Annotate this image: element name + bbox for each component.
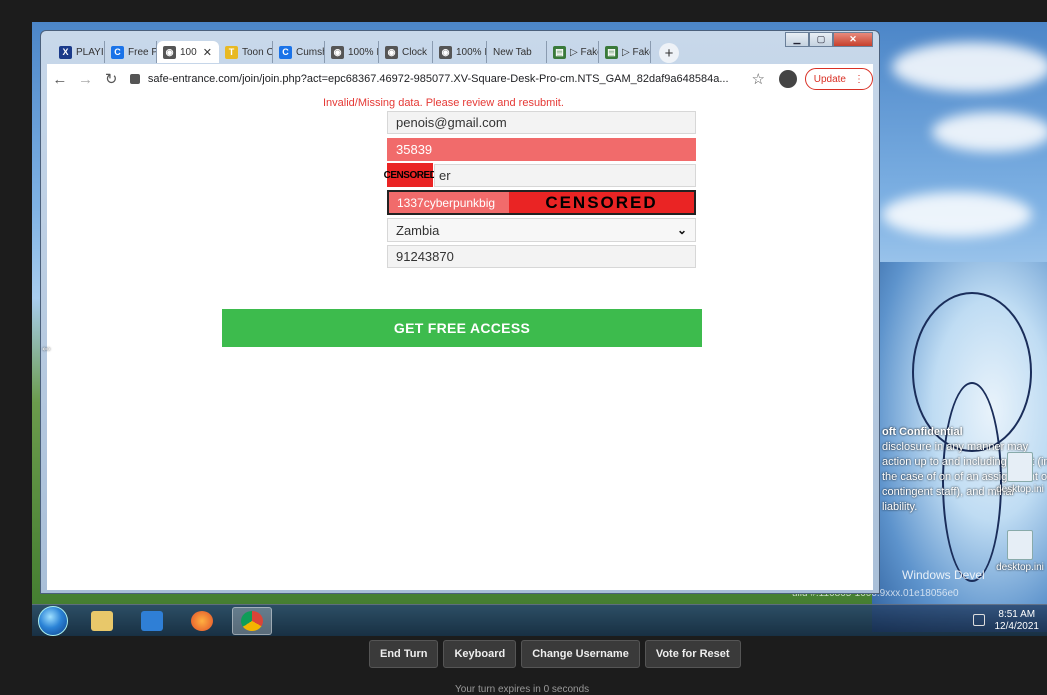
forward-icon[interactable]: → (73, 71, 99, 88)
tab-2[interactable]: ◉ 100 ✕ (157, 41, 219, 63)
back-icon[interactable]: ← (47, 71, 73, 88)
desktop-icon-label: desktop.ini (996, 562, 1044, 573)
tab-label: ▷ Fake (622, 46, 650, 58)
clock-time: 8:51 AM (998, 609, 1036, 620)
tab-9[interactable]: ▤ ▷ Fake (547, 41, 599, 63)
tab-label: New Tab (493, 46, 532, 58)
phone-field[interactable]: 91243870 (387, 245, 696, 268)
turn-status: Your turn expires in 0 seconds (455, 684, 590, 695)
close-window-button[interactable]: ✕ (833, 32, 873, 47)
tab-label: 100% I (456, 46, 487, 58)
censor-overlay: CENSORED (384, 163, 437, 187)
desktop-icon-ini-2[interactable]: desktop.ini (995, 530, 1045, 573)
tab-5[interactable]: ◉ 100% I (325, 41, 379, 63)
tab-10[interactable]: ▤ ▷ Fake (599, 41, 651, 63)
desktop-icon-label: desktop.ini (996, 484, 1044, 495)
tab-0[interactable]: X PLAYII (53, 41, 105, 63)
get-free-access-button[interactable]: GET FREE ACCESS (222, 309, 702, 347)
update-button[interactable]: Update ⋮ (804, 68, 873, 90)
email-field[interactable]: penois@gmail.com (387, 111, 696, 134)
minimize-button[interactable]: ▁ (785, 32, 809, 47)
stream-viewer: oft Confidential disclosure in any manne… (0, 0, 1047, 695)
name-field[interactable]: er (434, 164, 696, 187)
tab-4[interactable]: C Cumsh (273, 41, 325, 63)
chevron-down-icon: ⌄ (676, 223, 687, 237)
kebab-menu-icon: ⋮ (853, 73, 864, 85)
window-controls: ▁ ▢ ✕ (785, 32, 873, 47)
password-text: 1337cyberpunkbig (397, 195, 496, 210)
taskbar: 8:51 AM 12/4/2021 (32, 604, 1047, 636)
folder-icon (91, 611, 113, 631)
taskbar-chrome[interactable] (232, 607, 272, 635)
new-tab-button[interactable]: + (659, 43, 679, 63)
globe-icon: ◉ (331, 45, 344, 59)
media-player-icon (141, 611, 163, 631)
chrome-icon (241, 611, 263, 631)
tab-label: 100% I (348, 46, 379, 58)
c-icon: C (111, 45, 124, 59)
x-icon: X (59, 45, 72, 59)
tab-label: ▷ Fake (570, 46, 598, 58)
confidential-title: oft Confidential (882, 426, 963, 438)
tab-label: Clock (402, 46, 428, 58)
country-value: Zambia (396, 222, 440, 238)
tab-label: Toon C (242, 46, 273, 58)
tab-label: PLAYII (76, 46, 105, 58)
tab-label: Cumsh (296, 46, 325, 58)
reload-icon[interactable]: ↻ (98, 70, 124, 88)
password-field[interactable]: 1337cyberpunkbig CENSORED (387, 190, 696, 215)
film-icon: ▤ (605, 45, 618, 59)
bookmark-star-icon[interactable]: ☆ (752, 70, 765, 88)
tab-label: 100 (180, 46, 197, 58)
url-text: safe-entrance.com/join/join.php?act=epc6… (147, 73, 729, 85)
stream-controls: End Turn Keyboard Change Username Vote f… (369, 640, 741, 668)
address-bar[interactable]: safe-entrance.com/join/join.php?act=epc6… (129, 67, 742, 91)
taskbar-firefox[interactable] (182, 607, 222, 635)
tab-3[interactable]: T Toon C (219, 41, 273, 63)
file-icon (1007, 530, 1033, 560)
tab-8[interactable]: New Tab (487, 41, 547, 63)
notification-icon[interactable] (973, 614, 985, 626)
windows-watermark: Windows Devel (902, 568, 985, 582)
tab-6[interactable]: ◉ Clock (379, 41, 433, 63)
country-select[interactable]: Zambia ⌄ (387, 218, 696, 242)
update-label: Update (813, 73, 846, 85)
browser-toolbar: ← → ↻ safe-entrance.com/join/join.php?ac… (47, 64, 873, 94)
tab-1[interactable]: C Free P (105, 41, 157, 63)
file-icon (1007, 452, 1033, 482)
globe-icon: ◉ (163, 45, 176, 59)
chrome-window: ▁ ▢ ✕ X PLAYII C Free P ◉ 100 ✕ T Toon C C Cumsh ◉ 1… (40, 30, 880, 594)
firefox-icon (191, 611, 213, 631)
change-username-button[interactable]: Change Username (521, 640, 640, 668)
clock-date: 12/4/2021 (994, 621, 1040, 632)
taskbar-media-player[interactable] (132, 607, 172, 635)
resize-cursor-icon: ⇔ (40, 340, 53, 355)
taskbar-explorer[interactable] (82, 607, 122, 635)
censor-overlay: CENSORED (509, 192, 694, 213)
close-tab-icon[interactable]: ✕ (203, 46, 212, 59)
globe-icon: ◉ (439, 45, 452, 59)
tab-label: Free P (128, 46, 157, 58)
keyboard-button[interactable]: Keyboard (443, 640, 517, 668)
tab-7[interactable]: ◉ 100% I (433, 41, 487, 63)
error-message: Invalid/Missing data. Please review and … (323, 97, 564, 109)
start-button[interactable] (38, 606, 68, 636)
c-icon: C (279, 45, 292, 59)
toon-icon: T (225, 45, 238, 59)
zip-field[interactable]: 35839 (387, 138, 696, 161)
end-turn-button[interactable]: End Turn (369, 640, 439, 668)
maximize-button[interactable]: ▢ (809, 32, 833, 47)
film-icon: ▤ (553, 45, 566, 59)
page-content: Invalid/Missing data. Please review and … (47, 94, 873, 590)
globe-icon: ◉ (385, 45, 398, 59)
system-clock[interactable]: 8:51 AM 12/4/2021 (995, 609, 1040, 633)
vote-reset-button[interactable]: Vote for Reset (644, 640, 741, 668)
lock-icon (129, 74, 140, 84)
profile-avatar-icon[interactable] (778, 70, 797, 88)
tab-strip: X PLAYII C Free P ◉ 100 ✕ T Toon C C Cumsh ◉ 100% I ◉… (53, 39, 679, 63)
desktop-icon-ini-1[interactable]: desktop.ini (995, 452, 1045, 495)
